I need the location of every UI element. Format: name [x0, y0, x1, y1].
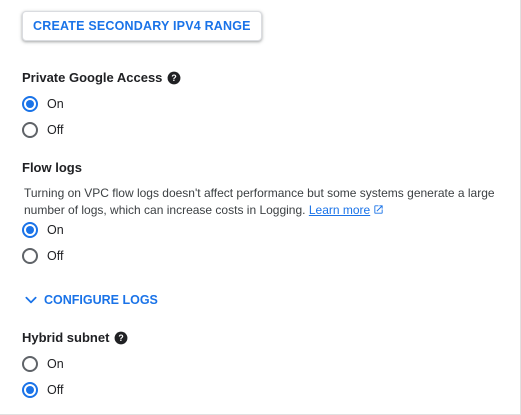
flow-logs-heading: Flow logs — [22, 160, 82, 175]
radio-button-unselected[interactable] — [22, 122, 38, 138]
help-icon[interactable]: ? — [114, 331, 128, 345]
chevron-down-icon — [25, 296, 37, 304]
radio-button-unselected[interactable] — [22, 248, 38, 264]
hybrid-subnet-off-radio[interactable]: Off — [22, 382, 63, 398]
radio-button-selected[interactable] — [22, 222, 38, 238]
flow-logs-off-radio[interactable]: Off — [22, 248, 63, 264]
help-icon[interactable]: ? — [167, 71, 181, 85]
private-google-access-on-radio[interactable]: On — [22, 96, 64, 112]
radio-label: On — [47, 97, 64, 111]
radio-button-selected[interactable] — [22, 382, 38, 398]
flow-logs-description-text: Turning on VPC flow logs doesn't affect … — [24, 186, 495, 217]
radio-label: Off — [47, 383, 64, 397]
create-secondary-ipv4-range-button[interactable]: CREATE SECONDARY IPV4 RANGE — [22, 11, 262, 41]
svg-text:?: ? — [119, 332, 124, 342]
hybrid-subnet-on-radio[interactable]: On — [22, 356, 64, 372]
open-in-new-icon[interactable] — [373, 204, 384, 215]
private-google-access-title: Private Google Access — [22, 70, 163, 85]
configure-logs-label: CONFIGURE LOGS — [44, 293, 158, 307]
private-google-access-off-radio[interactable]: Off — [22, 122, 63, 138]
radio-label: Off — [47, 249, 64, 263]
radio-label: On — [47, 357, 64, 371]
radio-button-selected[interactable] — [22, 96, 38, 112]
hybrid-subnet-heading: Hybrid subnet ? — [22, 330, 128, 345]
subnet-settings-panel: CREATE SECONDARY IPV4 RANGE Private Goog… — [0, 0, 521, 415]
hybrid-subnet-title: Hybrid subnet — [22, 330, 110, 345]
learn-more-link[interactable]: Learn more — [309, 203, 370, 217]
radio-button-unselected[interactable] — [22, 356, 38, 372]
configure-logs-toggle[interactable]: CONFIGURE LOGS — [24, 293, 158, 307]
flow-logs-description: Turning on VPC flow logs doesn't affect … — [24, 185, 504, 219]
svg-text:?: ? — [172, 72, 177, 82]
flow-logs-on-radio[interactable]: On — [22, 222, 64, 238]
radio-label: Off — [47, 123, 64, 137]
radio-label: On — [47, 223, 64, 237]
flow-logs-title: Flow logs — [22, 160, 82, 175]
private-google-access-heading: Private Google Access ? — [22, 70, 181, 85]
